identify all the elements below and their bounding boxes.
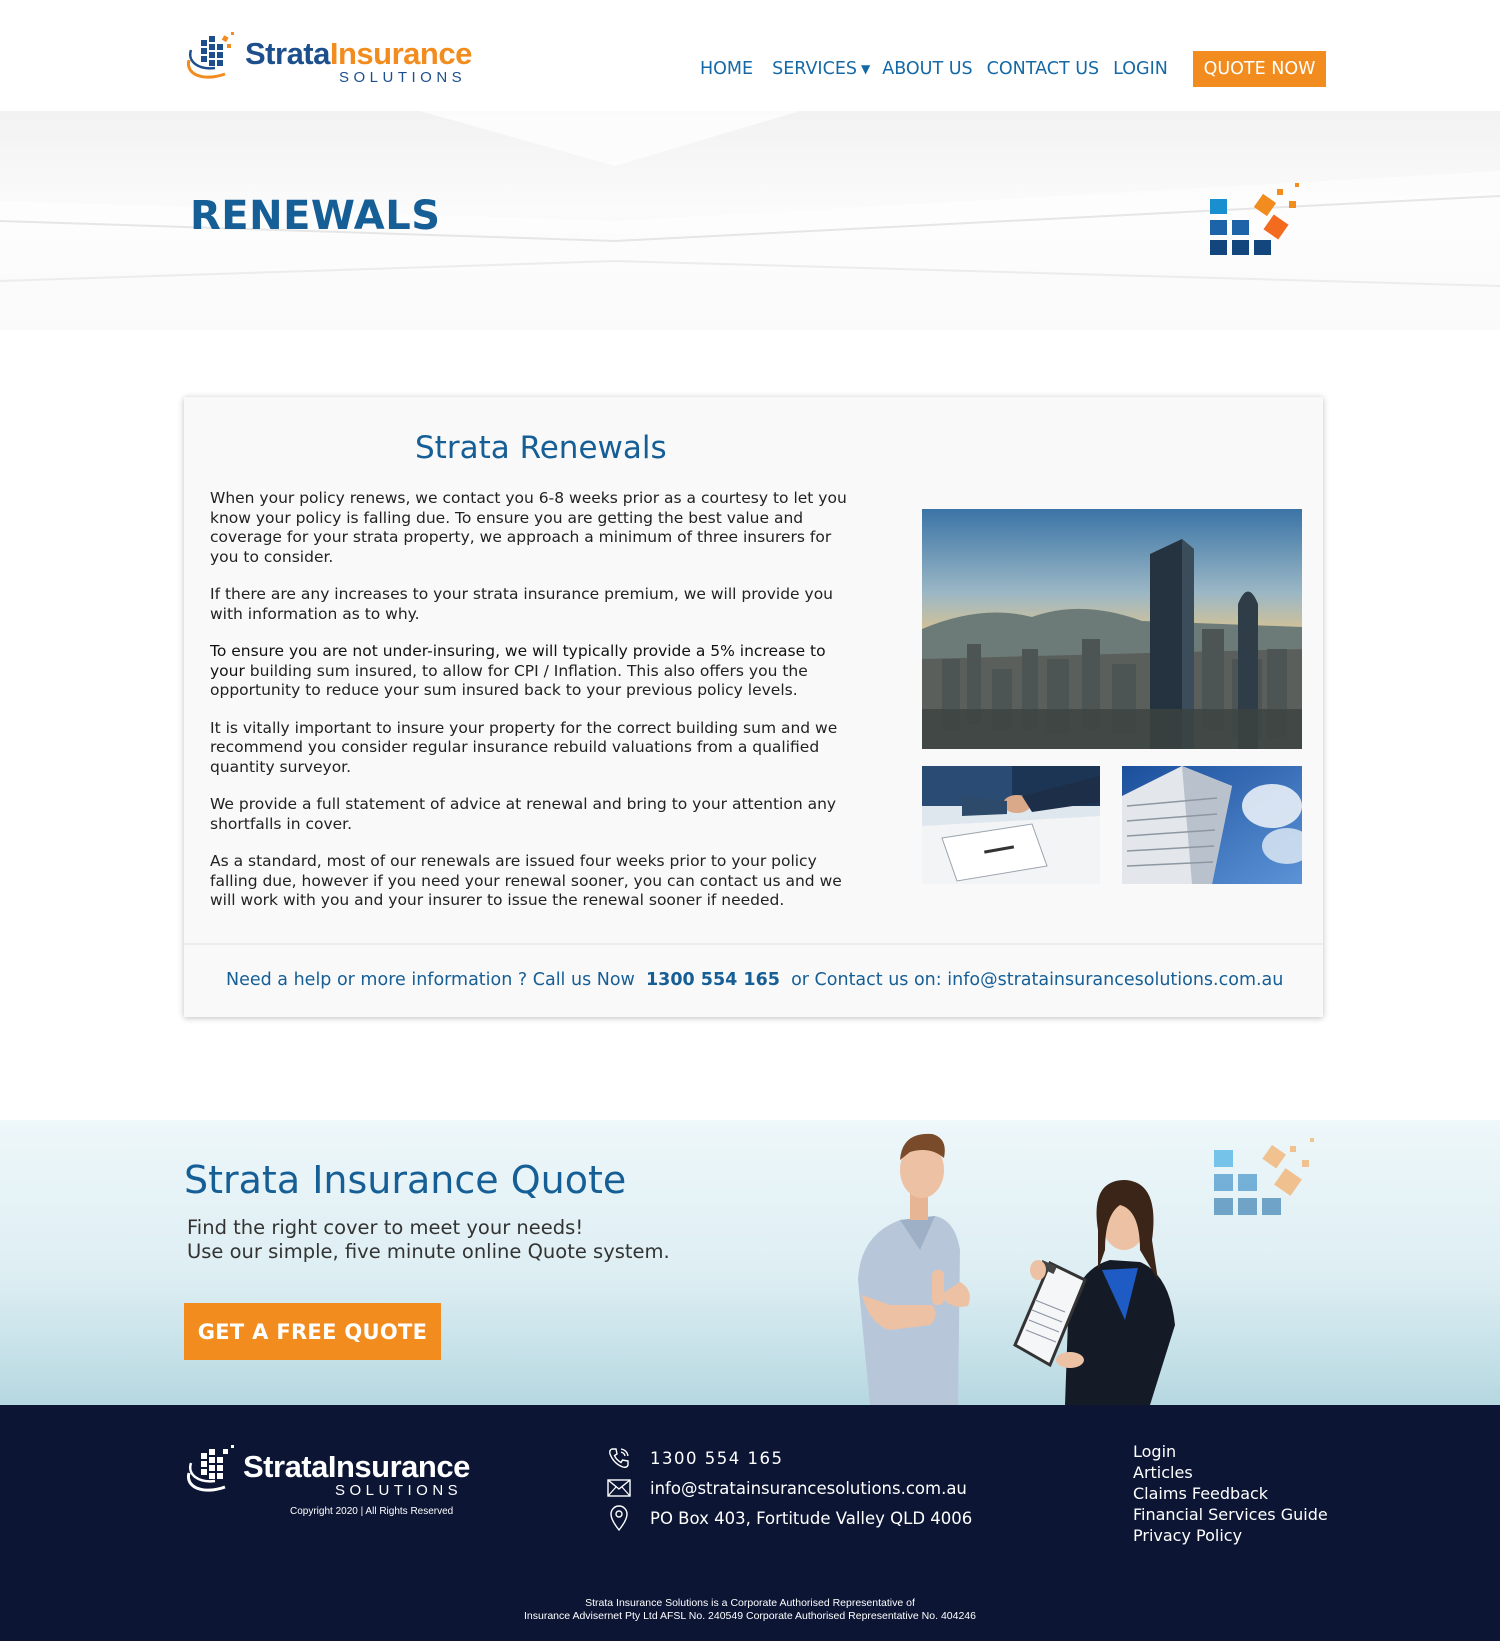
legal-line-2: Insurance Advisernet Pty Ltd AFSL No. 24…	[524, 1610, 976, 1622]
nav-home[interactable]: HOME	[700, 59, 753, 79]
paragraph: We provide a full statement of advice at…	[210, 795, 837, 833]
logo-mark-icon	[187, 32, 234, 79]
logo-mark-icon	[187, 1445, 234, 1492]
card-divider	[184, 943, 1323, 945]
quote-subtitle-line2: Use our simple, five minute online Quote…	[187, 1240, 670, 1263]
footer-link-financial-services-guide[interactable]: Financial Services Guide	[1133, 1504, 1328, 1525]
nav-contact-us[interactable]: CONTACT US	[987, 59, 1099, 79]
logo-mark-icon	[1214, 1138, 1314, 1215]
footer-phone[interactable]: 1300 554 165	[605, 1443, 972, 1473]
mail-icon	[605, 1475, 633, 1501]
paragraph: If there are any increases to your strat…	[210, 585, 834, 623]
footer-address: PO Box 403, Fortitude Valley QLD 4006	[605, 1503, 972, 1533]
quote-section: Strata Insurance Quote Find the right co…	[0, 1120, 1500, 1405]
nav-services[interactable]: SERVICES ▼	[772, 59, 870, 79]
building-image	[1122, 766, 1302, 884]
phone-icon	[605, 1445, 633, 1471]
section-title: Strata Renewals	[415, 430, 667, 466]
quote-subtitle: Find the right cover to meet your needs!…	[187, 1216, 670, 1264]
paragraph: To ensure you are not under-insuring, we…	[210, 642, 860, 701]
legal-disclaimer: Strata Insurance Solutions is a Corporat…	[0, 1597, 1500, 1623]
help-middle: or Contact us on:	[791, 970, 942, 990]
nav-about-us[interactable]: ABOUT US	[882, 59, 972, 79]
page-hero: RENEWALS	[0, 111, 1500, 330]
paragraph-rest: building sum insured, to allow for CPI /…	[210, 661, 808, 700]
get-free-quote-button[interactable]: GET A FREE QUOTE	[184, 1303, 441, 1360]
city-skyline-image	[922, 509, 1302, 749]
help-phone-link[interactable]: 1300 554 165	[646, 970, 780, 990]
paragraph: As a standard, most of our renewals are …	[210, 852, 842, 909]
help-prefix: Need a help or more information ? Call u…	[226, 970, 635, 990]
logo-word-insurance: Insurance	[329, 36, 472, 71]
nav-login[interactable]: LOGIN	[1113, 59, 1168, 79]
quote-now-button[interactable]: QUOTE NOW	[1193, 51, 1326, 87]
footer-phone-text: 1300 554 165	[650, 1448, 784, 1468]
footer-links: Login Articles Claims Feedback Financial…	[1133, 1441, 1328, 1546]
footer-contact: 1300 554 165 info@stratainsurancesolutio…	[605, 1443, 972, 1533]
help-contact-line: Need a help or more information ? Call u…	[226, 970, 1283, 990]
footer-email-text: info@stratainsurancesolutions.com.au	[650, 1478, 967, 1498]
logo-subtitle: SOLUTIONS	[339, 69, 467, 86]
people-illustration	[858, 1133, 1175, 1405]
legal-line-1: Strata Insurance Solutions is a Corporat…	[585, 1597, 915, 1609]
footer-link-privacy-policy[interactable]: Privacy Policy	[1133, 1525, 1328, 1546]
handshake-image	[922, 766, 1100, 884]
renewals-body: When your policy renews, we contact you …	[210, 489, 860, 929]
footer-link-articles[interactable]: Articles	[1133, 1462, 1328, 1483]
site-logo[interactable]: StrataInsurance SOLUTIONS	[185, 30, 485, 88]
paragraph: When your policy renews, we contact you …	[210, 489, 847, 566]
footer-email[interactable]: info@stratainsurancesolutions.com.au	[605, 1473, 972, 1503]
logo-mark-icon	[1210, 183, 1299, 255]
main-nav: HOME SERVICES ▼ ABOUT US CONTACT US LOGI…	[700, 50, 1183, 87]
site-footer: StrataInsurance SOLUTIONS Copyright 2020…	[0, 1405, 1500, 1641]
copyright: Copyright 2020 | All Rights Reserved	[290, 1506, 454, 1517]
help-email-link[interactable]: info@stratainsurancesolutions.com.au	[947, 970, 1283, 990]
page-title: RENEWALS	[190, 193, 441, 239]
caret-down-icon: ▼	[860, 61, 871, 76]
paragraph: It is vitally important to insure your p…	[210, 718, 838, 776]
location-pin-icon	[605, 1505, 633, 1531]
footer-logo[interactable]: StrataInsurance SOLUTIONS	[185, 1443, 475, 1513]
footer-address-text: PO Box 403, Fortitude Valley QLD 4006	[650, 1508, 973, 1528]
footer-link-login[interactable]: Login	[1133, 1441, 1328, 1462]
footer-logo-wordmark: StrataInsurance	[243, 1449, 470, 1484]
footer-logo-subtitle: SOLUTIONS	[335, 1482, 463, 1499]
footer-link-claims-feedback[interactable]: Claims Feedback	[1133, 1483, 1328, 1504]
quote-subtitle-line1: Find the right cover to meet your needs!	[187, 1216, 584, 1239]
logo-word-strata: Strata	[245, 36, 330, 71]
renewals-card: Strata Renewals When your policy renews,…	[184, 397, 1323, 1017]
nav-services-label: SERVICES	[772, 58, 857, 79]
quote-title: Strata Insurance Quote	[184, 1158, 627, 1202]
site-header: StrataInsurance SOLUTIONS HOME SERVICES …	[0, 0, 1500, 111]
logo-wordmark: StrataInsurance	[245, 38, 472, 69]
